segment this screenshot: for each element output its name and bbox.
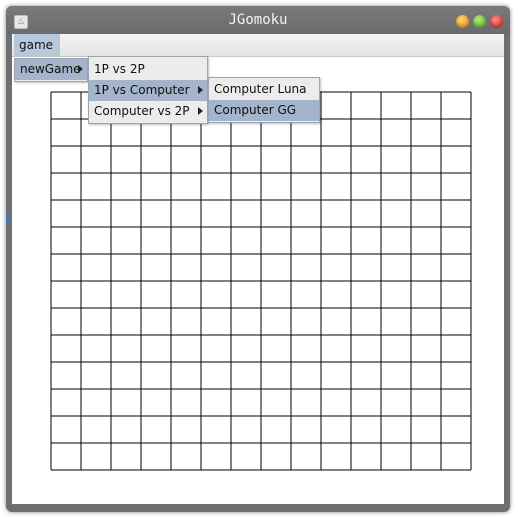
menu-item-newgame-label: newGame	[20, 62, 81, 76]
menu-item-computer-vs-2p-label: Computer vs 2P	[94, 104, 190, 118]
menu-item-1p-vs-computer-label: 1P vs Computer	[94, 83, 190, 97]
menu-item-1p-vs-computer[interactable]: 1P vs Computer	[89, 80, 207, 101]
app-window: ♨ JGomoku game newGame 1P vs 2P 1P vs Co…	[6, 6, 510, 512]
game-menu-popup: newGame	[14, 58, 88, 82]
submenu-arrow-icon	[198, 86, 203, 94]
menu-item-newgame[interactable]: newGame	[15, 59, 87, 80]
menu-item-computer-luna-label: Computer Luna	[214, 82, 307, 96]
minimize-button[interactable]	[456, 15, 469, 28]
computer-submenu: Computer Luna Computer GG	[208, 77, 320, 123]
menu-item-1p-vs-2p-label: 1P vs 2P	[94, 62, 145, 76]
menu-item-1p-vs-2p[interactable]: 1P vs 2P	[89, 59, 207, 80]
close-button[interactable]	[490, 15, 503, 28]
menu-item-computer-gg[interactable]: Computer GG	[209, 100, 319, 121]
menu-item-computer-gg-label: Computer GG	[214, 103, 297, 117]
menu-bar: game	[12, 34, 504, 57]
menu-game[interactable]: game	[14, 34, 60, 56]
client-area: game newGame 1P vs 2P 1P vs Computer Com…	[12, 34, 504, 504]
newgame-submenu: 1P vs 2P 1P vs Computer Computer vs 2P	[88, 56, 208, 124]
gomoku-board[interactable]	[50, 91, 472, 471]
maximize-button[interactable]	[473, 15, 486, 28]
submenu-arrow-icon	[78, 65, 83, 73]
menu-item-computer-vs-2p[interactable]: Computer vs 2P	[89, 101, 207, 122]
submenu-arrow-icon	[198, 107, 203, 115]
window-title: JGomoku	[228, 12, 288, 28]
menu-item-computer-luna[interactable]: Computer Luna	[209, 79, 319, 100]
title-bar[interactable]: ♨ JGomoku	[6, 6, 510, 36]
